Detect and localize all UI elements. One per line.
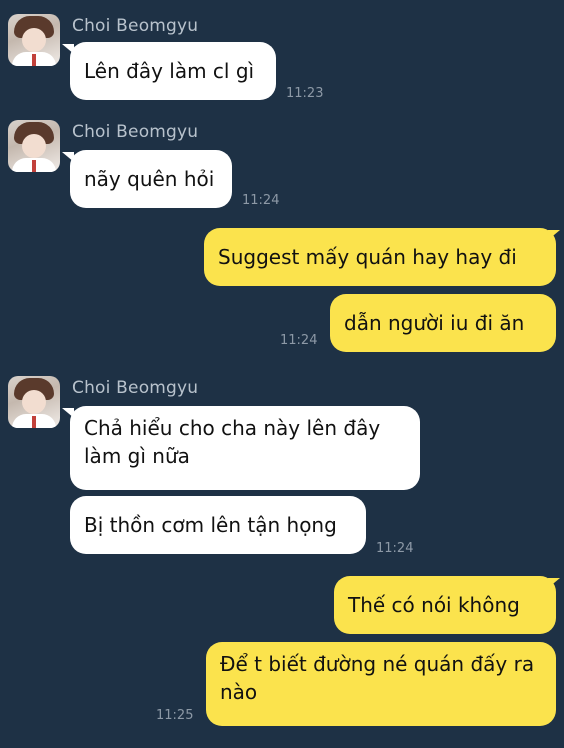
message-bubble-incoming[interactable]: Chả hiểu cho cha này lên đây làm gì nữa [70,406,420,490]
contact-avatar[interactable] [8,376,60,428]
sender-name: Choi Beomgyu [72,16,199,36]
message-time: 11:24 [242,193,280,208]
bubble-tail [548,578,560,588]
message-time: 11:23 [286,86,324,101]
message-bubble-incoming[interactable]: Lên đây làm cl gì [70,42,276,100]
message-bubble-outgoing[interactable]: Thế có nói không [334,576,556,634]
contact-avatar[interactable] [8,14,60,66]
message-bubble-outgoing[interactable]: Để t biết đường né quán đấy ra nào [206,642,556,726]
message-time: 11:25 [156,708,194,723]
bubble-tail [548,230,560,240]
contact-avatar[interactable] [8,120,60,172]
message-time: 11:24 [280,333,318,348]
sender-name: Choi Beomgyu [72,122,199,142]
message-time: 11:24 [376,541,414,556]
message-bubble-incoming[interactable]: Bị thồn cơm lên tận họng [70,496,366,554]
message-bubble-outgoing[interactable]: dẫn người iu đi ăn [330,294,556,352]
message-bubble-outgoing[interactable]: Suggest mấy quán hay hay đi [204,228,556,286]
message-bubble-incoming[interactable]: nãy quên hỏi [70,150,232,208]
sender-name: Choi Beomgyu [72,378,199,398]
